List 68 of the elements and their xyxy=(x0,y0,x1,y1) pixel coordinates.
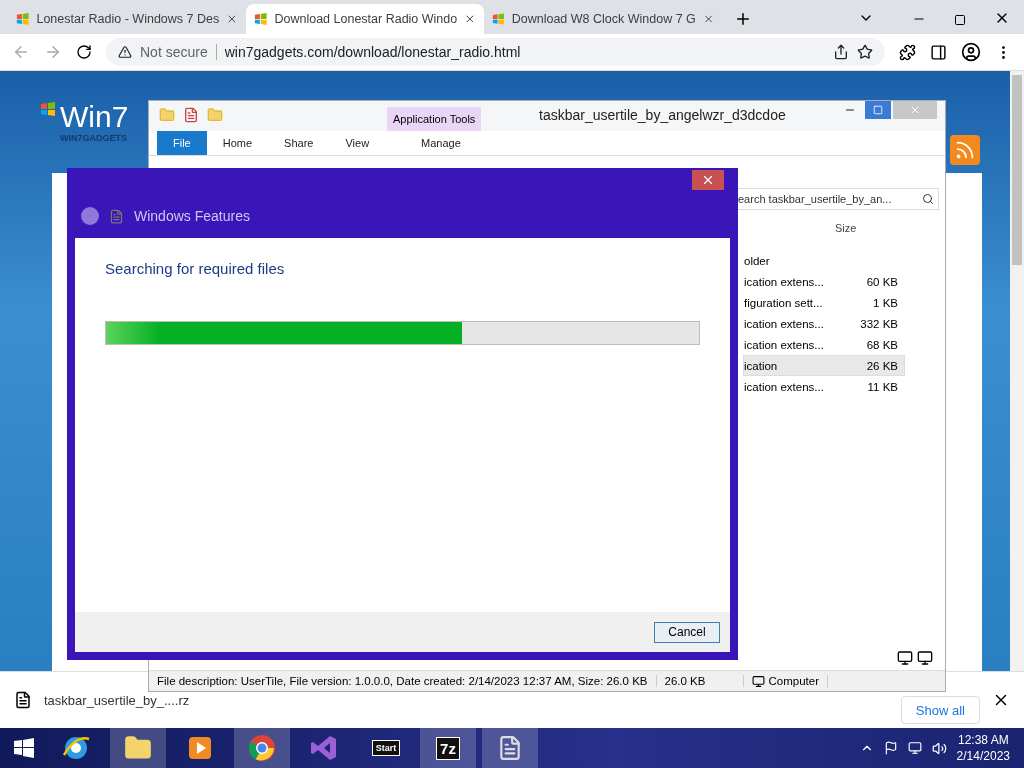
taskbar-app[interactable]: 7z xyxy=(420,728,476,768)
download-item[interactable]: taskbar_usertile_by_....rz xyxy=(44,692,204,708)
clock[interactable]: 12:38 AM 2/14/2023 xyxy=(956,732,1010,764)
extensions-icon[interactable] xyxy=(899,43,916,61)
browser-tab[interactable]: Download W8 Clock Window 7 G xyxy=(484,4,722,34)
windows-flag-icon xyxy=(254,11,268,27)
circle-icon xyxy=(81,207,99,225)
start-tile-icon[interactable]: Start xyxy=(371,740,401,756)
browser-tab[interactable]: Download Lonestar Radio Windo xyxy=(246,4,484,34)
site-tagline: WIN7GADGETS xyxy=(60,133,128,143)
chrome-icon[interactable] xyxy=(247,733,277,763)
context-tab-group: Application Tools xyxy=(387,107,482,131)
file-row[interactable]: ication extens... 68 KB xyxy=(743,334,905,355)
star-icon[interactable] xyxy=(857,44,873,60)
windows-flag-icon xyxy=(16,11,30,27)
features-icon xyxy=(109,208,124,224)
archive-tile-icon[interactable]: 7z xyxy=(436,736,460,760)
profile-icon[interactable] xyxy=(961,42,981,62)
ribbon-tab[interactable]: File xyxy=(157,131,207,155)
cancel-button[interactable]: Cancel xyxy=(654,621,720,643)
scrollbar[interactable] xyxy=(1010,71,1024,671)
file-row[interactable]: figuration sett... 1 KB xyxy=(743,292,905,313)
ribbon-tab[interactable]: Manage xyxy=(385,131,497,155)
file-row[interactable]: ication extens... 60 KB xyxy=(743,271,905,292)
details-view-icon[interactable] xyxy=(897,650,913,666)
windows-flag-icon xyxy=(492,11,505,27)
dialog-heading: Searching for required files xyxy=(105,260,286,277)
document-icon[interactable] xyxy=(497,735,523,761)
close-button[interactable] xyxy=(692,170,724,190)
rss-icon[interactable] xyxy=(950,135,980,165)
maximize-icon[interactable] xyxy=(954,14,966,26)
taskbar-app[interactable]: Start xyxy=(358,728,414,768)
file-row[interactable]: ication extens... 332 KB xyxy=(743,313,905,334)
location-text: Computer xyxy=(768,675,819,687)
play-tile-icon[interactable] xyxy=(187,735,213,761)
window-title: taskbar_usertile_by_angelwzr_d3dcdoe xyxy=(539,107,786,123)
flag-icon[interactable] xyxy=(883,741,898,755)
folder-icon[interactable] xyxy=(124,734,152,762)
side-panel-icon[interactable] xyxy=(930,43,947,61)
close-icon xyxy=(701,173,715,187)
windows-logo-icon xyxy=(14,738,34,758)
status-size: 26.0 KB xyxy=(656,675,744,687)
status-text: File description: UserTile, File version: 1.0.0.0, Date created: 2/14/2023 12:37 AM, Size: 26.0 KB xyxy=(149,675,657,687)
browser-tab[interactable]: Lonestar Radio - Windows 7 Des xyxy=(8,4,246,34)
share-icon[interactable] xyxy=(833,44,849,60)
file-row[interactable]: ication 26 KB xyxy=(743,355,905,376)
site-logo[interactable]: Win7 xyxy=(60,101,129,133)
network-icon[interactable] xyxy=(907,741,922,755)
large-icons-view-icon[interactable] xyxy=(917,650,933,666)
warning-icon xyxy=(118,45,132,59)
infinity-tile-icon[interactable] xyxy=(309,733,339,763)
reload-icon[interactable] xyxy=(76,44,92,60)
new-tab-icon[interactable] xyxy=(734,10,752,28)
file-row[interactable]: ication extens... 11 KB xyxy=(743,376,905,397)
column-header[interactable]: Size xyxy=(835,222,857,234)
ribbon-tab[interactable]: Home xyxy=(206,131,269,155)
ribbon-tab[interactable]: View xyxy=(329,131,386,155)
computer-icon xyxy=(751,674,765,688)
file-icon xyxy=(14,691,32,709)
show-all-button[interactable]: Show all xyxy=(900,696,980,724)
search-icon xyxy=(922,193,934,205)
dialog-title: Windows Features xyxy=(134,208,250,224)
windows-flag-logo-icon xyxy=(40,101,56,117)
volume-icon[interactable] xyxy=(931,740,947,756)
file-row[interactable]: older xyxy=(743,250,905,271)
address-bar[interactable]: Not secure win7gadgets.com/download/lonestar_radio.html xyxy=(106,38,885,66)
ribbon-tab[interactable]: Share xyxy=(268,131,330,155)
properties-icon[interactable] xyxy=(183,107,199,123)
